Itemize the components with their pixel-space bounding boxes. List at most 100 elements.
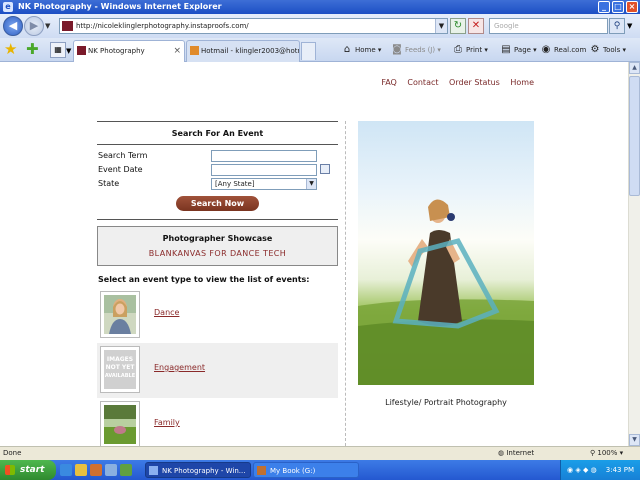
quicklaunch-desktop-icon[interactable] [105,464,117,476]
taskbar-item-mybook[interactable]: My Book (G:) [253,462,359,478]
event-row-family: Family [97,398,338,446]
showcase-link[interactable]: BLANKANVAS FOR DANCE TECH [98,243,337,258]
home-button[interactable]: ⌂ Home ▾ [341,43,382,57]
search-options-icon[interactable]: ▼ [627,22,632,30]
stop-button[interactable]: ✕ [468,18,484,34]
real-icon: ◉ [541,44,551,55]
realcom-button[interactable]: ◉ Real.com [540,43,587,57]
dance-thumbnail[interactable] [100,291,140,338]
address-toolbar: ◀ ▶ ▼ http://nicoleklinglerphotography.i… [0,14,640,38]
site-favicon-icon [62,21,73,31]
vertical-scrollbar[interactable]: ▲ ▼ [628,62,640,446]
tray-icons[interactable]: ◉ ◈ ◆ ◍ [567,460,597,480]
divider [97,219,338,220]
add-favorite-icon[interactable]: ✚ [26,41,39,57]
event-type-prompt: Select an event type to view the list of… [98,275,310,284]
event-date-input[interactable] [211,164,317,176]
photographer-showcase: Photographer Showcase BLANKANVAS FOR DAN… [97,226,338,266]
state-value: [Any State] [215,180,255,188]
state-select[interactable]: [Any State] ▼ [211,178,317,190]
forward-button[interactable]: ▶ [24,16,44,36]
feeds-button[interactable]: ◙ Feeds (J) ▾ [391,43,441,57]
address-bar[interactable]: http://nicoleklinglerphotography.instapr… [59,18,448,34]
search-term-input[interactable] [211,150,317,162]
gear-icon: ⚙ [590,44,600,55]
tab-toolbar: ★ ✚ ▦ ▼ NK Photography × Hotmail - kling… [0,38,640,62]
thumb-text-line: IMAGES [106,356,134,363]
start-button[interactable]: start [0,460,56,480]
refresh-button[interactable]: ↻ [450,18,466,34]
scroll-thumb[interactable] [629,76,640,196]
nav-home[interactable]: Home [510,78,534,87]
maximize-icon[interactable]: □ [612,1,624,13]
taskbar-item-ie[interactable]: NK Photography - Win... [145,462,251,478]
tab-list-icon[interactable]: ▼ [66,47,71,55]
portrait-photo [358,121,534,385]
quicklaunch-ie-icon[interactable] [60,464,72,476]
thumb-text-line: AVAILABLE [104,373,136,379]
family-thumbnail[interactable] [100,401,140,446]
search-term-label: Search Term [98,151,148,160]
quicklaunch-app-icon[interactable] [120,464,132,476]
search-icon[interactable]: ⚲ [609,18,625,34]
back-button[interactable]: ◀ [3,16,23,36]
ie-icon [149,466,158,475]
event-date-row: Event Date [97,163,338,177]
engagement-thumbnail[interactable]: IMAGES NOT YET AVAILABLE [100,346,140,393]
calendar-icon[interactable] [320,164,330,174]
drive-icon [257,466,266,475]
nav-order-status[interactable]: Order Status [449,78,500,87]
page-menu[interactable]: ▤ Page ▾ [500,43,536,57]
print-button[interactable]: ⎙ Print ▾ [452,43,488,57]
nav-contact[interactable]: Contact [407,78,438,87]
zoom-level[interactable]: ⚲ 100% ▾ [590,447,623,460]
tab-nk-photography[interactable]: NK Photography × [73,40,185,62]
event-link-family[interactable]: Family [154,418,180,427]
new-tab-button[interactable] [301,42,316,60]
system-tray: ◉ ◈ ◆ ◍ 3:43 PM [560,460,640,480]
nav-faq[interactable]: FAQ [381,78,397,87]
tools-menu[interactable]: ⚙ Tools ▾ [589,43,626,57]
ie-icon: e [3,2,13,12]
quick-tabs-icon[interactable]: ▦ [50,42,66,58]
showcase-title: Photographer Showcase [162,234,273,243]
search-now-button[interactable]: Search Now [176,196,259,211]
thumb-text-line: NOT YET [105,364,135,371]
taskbar: start NK Photography - Win... My Book (G… [0,460,640,480]
event-row-engagement: IMAGES NOT YET AVAILABLE Engagement [97,343,338,398]
history-dropdown-icon[interactable]: ▼ [45,22,50,30]
browser-search-input[interactable]: Google [489,18,608,34]
windows-flag-icon [5,465,15,475]
page-viewport: FAQ Contact Order Status Home Search For… [0,62,628,446]
quicklaunch-folder-icon[interactable] [75,464,87,476]
tab-hotmail[interactable]: Hotmail - klingler2003@hotmail.... [186,40,300,62]
address-dropdown-icon[interactable]: ▼ [435,19,447,33]
quicklaunch-media-icon[interactable] [90,464,102,476]
chevron-down-icon[interactable]: ▼ [306,179,316,189]
hotmail-icon [190,46,199,55]
printer-icon: ⎙ [454,44,462,55]
scroll-down-icon[interactable]: ▼ [629,434,640,446]
event-date-label: Event Date [98,165,143,174]
site-favicon-icon [77,46,86,55]
event-row-dance: Dance [97,288,338,343]
status-text: Done [3,449,22,457]
tab-label: Hotmail - klingler2003@hotmail.... [201,47,299,55]
search-heading: Search For An Event [171,129,264,138]
state-row: State [Any State] ▼ [97,177,338,191]
favorites-star-icon[interactable]: ★ [4,41,17,57]
rss-icon: ◙ [392,44,402,55]
left-column: Search For An Event Search Term Event Da… [97,121,338,446]
minimize-icon[interactable]: _ [598,1,610,13]
tab-label: NK Photography [88,47,145,55]
status-bar: Done ◍ Internet ⚲ 100% ▾ [0,446,640,460]
close-tab-icon[interactable]: × [173,41,181,61]
address-url: http://nicoleklinglerphotography.instapr… [76,22,249,30]
site-nav: FAQ Contact Order Status Home [373,78,534,87]
close-icon[interactable]: × [626,1,638,13]
event-link-engagement[interactable]: Engagement [154,363,205,372]
page-icon: ▤ [501,44,511,55]
event-link-dance[interactable]: Dance [154,308,179,317]
scroll-up-icon[interactable]: ▲ [629,62,640,74]
column-divider [345,121,346,446]
